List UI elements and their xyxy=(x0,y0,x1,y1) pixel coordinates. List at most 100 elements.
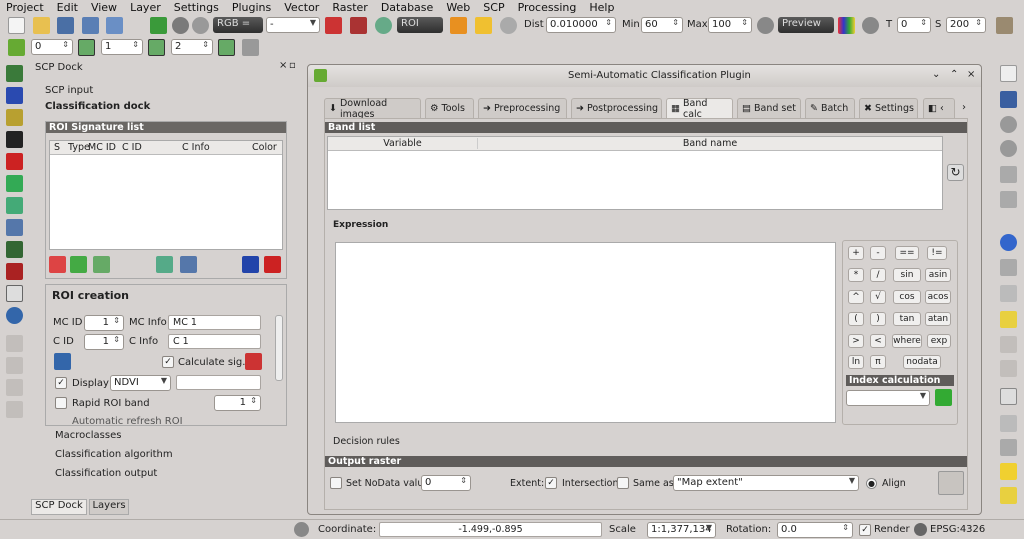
mc-info-input[interactable]: MC 1 xyxy=(168,315,261,330)
crs-icon[interactable] xyxy=(914,523,927,536)
menu-item-settings[interactable]: Settings xyxy=(174,1,219,14)
band-apply-icon-2[interactable] xyxy=(148,39,165,56)
col-cid[interactable]: C ID xyxy=(122,142,182,153)
tools-icon[interactable] xyxy=(6,109,23,126)
band-set-icon[interactable] xyxy=(8,39,25,56)
band-blue-select[interactable]: 2 ⇕ xyxy=(171,39,213,55)
tab-scroll-left[interactable]: ◧ ‹ xyxy=(923,98,955,118)
col-color[interactable]: Color xyxy=(252,142,282,153)
spectral-plot-icon[interactable] xyxy=(6,197,23,214)
col-cinfo[interactable]: C Info xyxy=(182,142,252,153)
zoom-search-icon[interactable] xyxy=(375,17,392,34)
new-project-icon[interactable] xyxy=(8,17,25,34)
stats-icon[interactable] xyxy=(1000,415,1017,432)
menu-item-project[interactable]: Project xyxy=(6,1,44,14)
postprocess-icon[interactable] xyxy=(6,153,23,170)
rotation-input[interactable]: 0.0 ⇕ xyxy=(777,522,853,538)
add-raster-icon[interactable] xyxy=(6,65,23,82)
band-list-table[interactable]: Variable Band name xyxy=(327,136,943,210)
c-info-input[interactable]: C 1 xyxy=(168,334,261,349)
db-icon[interactable] xyxy=(996,17,1013,34)
preprocess-icon[interactable] xyxy=(6,131,23,148)
rapid-roi-checkbox[interactable] xyxy=(55,397,67,409)
display-select[interactable]: NDVI ▼ xyxy=(110,375,171,391)
ruler-icon[interactable] xyxy=(1000,439,1017,456)
zoom-in-icon[interactable] xyxy=(1000,116,1017,133)
key-equals[interactable]: == xyxy=(895,246,919,260)
save-as-icon[interactable] xyxy=(82,17,99,34)
merge-roi-icon[interactable] xyxy=(70,256,87,273)
spectral-plot-btn-icon[interactable] xyxy=(156,256,173,273)
render-checkbox[interactable]: ✓ xyxy=(859,524,871,536)
close-window-icon[interactable]: × xyxy=(967,69,975,80)
measure-icon[interactable] xyxy=(1000,259,1017,276)
table-icon[interactable] xyxy=(1000,388,1017,405)
menu-item-edit[interactable]: Edit xyxy=(57,1,78,14)
band-apply-icon-1[interactable] xyxy=(78,39,95,56)
batch-icon[interactable] xyxy=(6,241,23,258)
dock-float-icon[interactable]: ▫ xyxy=(289,60,296,71)
key-tan[interactable]: tan xyxy=(893,312,921,326)
classification-dock-heading[interactable]: Classification dock xyxy=(45,101,150,112)
col-band-name[interactable]: Band name xyxy=(478,138,942,149)
menu-item-database[interactable]: Database xyxy=(381,1,434,14)
reload-icon[interactable] xyxy=(862,17,879,34)
region-grow-icon[interactable] xyxy=(350,17,367,34)
key-exp[interactable]: exp xyxy=(927,334,951,348)
tab-download-images[interactable]: ⬇ Download images xyxy=(324,98,421,120)
key-less[interactable]: < xyxy=(870,334,886,348)
signature-table[interactable]: S Type MC ID C ID C Info Color xyxy=(49,140,283,250)
roi-select[interactable]: - ▼ xyxy=(266,17,320,33)
col-s[interactable]: S xyxy=(50,142,64,153)
run-icon[interactable] xyxy=(938,471,964,495)
download-icon[interactable] xyxy=(6,87,23,104)
delete-roi-icon[interactable] xyxy=(49,256,66,273)
scale-select[interactable]: 1:1,377,134 ▼ xyxy=(647,522,716,538)
key-pi[interactable]: π xyxy=(870,355,886,369)
mc-id-input[interactable]: 1 ⇕ xyxy=(84,315,124,331)
import-icon[interactable] xyxy=(242,256,259,273)
index-apply-icon[interactable] xyxy=(935,389,952,406)
key-not-equals[interactable]: != xyxy=(927,246,947,260)
band-red-select[interactable]: 0 ⇕ xyxy=(31,39,73,55)
macroclasses-section[interactable]: Macroclasses xyxy=(55,430,121,441)
max-input[interactable]: 100 ⇕ xyxy=(708,17,752,33)
menu-item-help[interactable]: Help xyxy=(589,1,614,14)
key-sin[interactable]: sin xyxy=(893,268,921,282)
band-calc-icon[interactable] xyxy=(6,175,23,192)
col-type[interactable]: Type xyxy=(64,142,90,153)
t-input[interactable]: 0 ⇕ xyxy=(897,17,931,33)
band-combo-icon[interactable] xyxy=(242,39,259,56)
set-nodata-checkbox[interactable] xyxy=(330,477,342,489)
help-icon[interactable] xyxy=(6,307,23,324)
key-cos[interactable]: cos xyxy=(893,290,921,304)
menu-item-vector[interactable]: Vector xyxy=(284,1,319,14)
macroclass-icon[interactable] xyxy=(54,353,71,370)
dock-close-icon[interactable]: × xyxy=(279,60,287,71)
rgb-display[interactable]: RGB = xyxy=(213,17,263,33)
key-power[interactable]: ^ xyxy=(848,290,864,304)
band-apply-icon-3[interactable] xyxy=(218,39,235,56)
scatter-btn-icon[interactable] xyxy=(180,256,197,273)
menu-item-raster[interactable]: Raster xyxy=(332,1,367,14)
edit-icon[interactable] xyxy=(1000,311,1017,328)
open-project-icon[interactable] xyxy=(33,17,50,34)
scp-input-section[interactable]: SCP input xyxy=(45,85,93,96)
key-multiply[interactable]: * xyxy=(848,268,864,282)
extent-select[interactable]: "Map extent" ▼ xyxy=(673,475,859,491)
auto-refresh-label[interactable]: Automatic refresh ROI xyxy=(72,416,183,425)
menu-item-web[interactable]: Web xyxy=(446,1,470,14)
zoom-layer-icon[interactable] xyxy=(1000,191,1017,208)
menu-item-layer[interactable]: Layer xyxy=(130,1,161,14)
key-atan[interactable]: atan xyxy=(925,312,951,326)
identify-icon[interactable] xyxy=(1000,234,1017,251)
tab-postprocessing[interactable]: ➜ Postprocessing xyxy=(571,98,662,118)
align-radio[interactable]: ● xyxy=(866,478,877,489)
menu-item-view[interactable]: View xyxy=(91,1,117,14)
tab-band-calc[interactable]: ▦ Band calc xyxy=(666,98,733,120)
col-mcid[interactable]: MC ID xyxy=(88,142,122,153)
tab-settings[interactable]: ✖ Settings xyxy=(859,98,918,118)
settings-icon[interactable] xyxy=(6,263,23,280)
key-sqrt[interactable]: √ xyxy=(870,290,886,304)
roi-button[interactable]: ROI xyxy=(397,17,443,33)
